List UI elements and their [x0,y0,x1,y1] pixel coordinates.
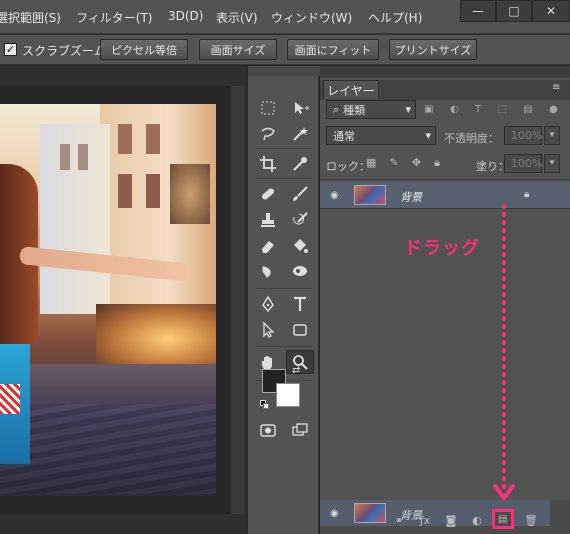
background-color-swatch[interactable] [276,383,300,407]
layer-name[interactable]: 背景 [400,189,422,205]
menu-bar: 選択範囲(S) フィルター(T) 3D(D) 表示(V) ウィンドウ(W) ヘル… [0,0,570,34]
drag-arrow [493,204,515,500]
fill-field[interactable]: 100% [504,154,542,173]
visibility-eye-icon[interactable]: ◉ [330,190,344,201]
filter-kind-value: 種類 [343,103,366,117]
lock-options: ▦ ✎ ✥ 🔒︎ [366,156,440,170]
fit-screen-button[interactable]: 画面サイズ [199,39,277,60]
visibility-eye-icon: ◉ [330,508,339,519]
blur-icon[interactable] [254,260,282,284]
print-size-button[interactable]: プリントサイズ [389,39,477,60]
actual-pixels-button[interactable]: ピクセル等倍 [100,39,188,60]
menu-help[interactable]: ヘルプ(H) [368,9,422,26]
canvas-vertical-scrollbar[interactable] [232,86,244,514]
lock-position-icon[interactable]: ✥ [412,156,421,170]
history-brush-icon[interactable] [286,208,314,232]
lock-pixels-icon[interactable]: ✎ [390,156,399,170]
opacity-label: 不透明度： [444,132,499,145]
scrubby-zoom-label: スクラブズーム [22,44,106,58]
maximize-button[interactable]: □ [496,0,532,22]
document-image[interactable] [0,104,216,496]
drag-preview-row: ◉ 背景 [320,500,550,526]
panel-collapse-bar[interactable] [320,66,570,78]
tools-panel: ⇄ [247,66,320,534]
link-layers-icon[interactable]: ⚭ [392,514,406,527]
lock-all-icon[interactable]: 🔒︎ [434,156,440,170]
tools-grip[interactable] [248,66,320,76]
paint-bucket-icon[interactable] [286,234,314,258]
filter-kind-select[interactable]: ⌕ 種類 ▾ [326,100,416,119]
pixel-filter-icon[interactable]: ▣ [424,104,433,118]
marquee-icon[interactable] [254,96,282,120]
pen-icon[interactable] [254,292,282,316]
close-icon: ✕ [545,4,557,18]
fill-screen-button[interactable]: 画面にフィット [287,39,379,60]
drag-annotation-label: ドラッグ [404,238,480,259]
layer-thumbnail [354,503,386,523]
dodge-icon[interactable] [286,260,314,284]
crop-icon[interactable] [254,152,282,176]
photoshop-window: 選択範囲(S) フィルター(T) 3D(D) 表示(V) ウィンドウ(W) ヘル… [0,0,570,534]
menu-view[interactable]: 表示(V) [216,9,258,26]
shape-icon[interactable] [286,318,314,342]
close-button[interactable]: ✕ [532,0,570,22]
delete-layer-icon[interactable]: 🗑︎ [524,514,538,527]
new-adjustment-icon[interactable]: ◐ [470,514,484,527]
quick-mask-icon[interactable] [254,418,282,442]
menu-window[interactable]: ウィンドウ(W) [271,9,352,26]
panel-menu-icon[interactable]: ≡ [552,82,560,93]
magic-wand-icon[interactable] [286,122,314,146]
menu-select[interactable]: 選択範囲(S) [0,9,61,26]
stamp-icon[interactable] [254,208,282,232]
type-icon[interactable] [286,292,314,316]
layer-mask-icon[interactable]: ◙ [444,514,458,527]
lasso-icon[interactable] [254,122,282,146]
eyedropper-icon[interactable] [286,152,314,176]
minimize-icon: — [472,4,484,18]
smart-filter-icon[interactable]: ▤ [523,104,532,118]
type-filter-icon[interactable]: T [475,104,481,118]
minimize-button[interactable]: — [460,0,496,22]
scrubby-zoom-checkbox[interactable]: ✓ [4,43,17,56]
chevron-down-icon: ▾ [425,129,431,142]
menu-3d[interactable]: 3D(D) [168,9,203,23]
maximize-icon: □ [508,4,520,18]
lock-transparency-icon[interactable]: ▦ [366,156,376,170]
swap-colors-icon[interactable]: ⇄ [292,366,302,376]
menu-filter[interactable]: フィルター(T) [76,9,152,26]
shape-filter-icon[interactable]: ⬚ [498,104,507,118]
lock-label: ロック： [326,160,370,173]
eraser-icon[interactable] [254,234,282,258]
layer-thumbnail [354,185,386,205]
layer-style-icon[interactable]: ƒx [418,514,432,527]
new-layer-button[interactable]: ▤ [492,509,514,529]
layer-filter-icons: ▣ ◐ T ⬚ ▤ ● [416,104,566,118]
opacity-field[interactable]: 100% [504,126,542,145]
default-colors-icon[interactable] [260,400,270,410]
layer-lock-icon: 🔒︎ [524,189,530,200]
tab-layers[interactable]: レイヤー [323,80,379,99]
new-layer-icon: ▤ [498,514,508,525]
options-bar: ✓ スクラブズーム ピクセル等倍 画面サイズ 画面にフィット プリントサイズ [0,35,570,65]
spot-heal-icon[interactable] [254,182,282,206]
search-icon: ⌕ [333,102,340,116]
move-icon[interactable] [286,96,314,120]
layers-panel: レイヤー ≡ ⌕ 種類 ▾ ▣ ◐ T ⬚ ▤ ● 通常 ▾ 不透明度： 100… [320,66,570,534]
opacity-dropdown-button[interactable]: ▾ [544,126,560,145]
blend-mode-value: 通常 [333,129,355,143]
blend-mode-select[interactable]: 通常 ▾ [326,126,436,145]
chevron-down-icon: ▾ [405,103,411,116]
screen-mode-icon[interactable] [286,418,314,442]
path-select-icon[interactable] [254,318,282,342]
filter-toggle-icon[interactable]: ● [549,104,558,118]
brush-icon[interactable] [286,182,314,206]
fill-dropdown-button[interactable]: ▾ [544,154,560,173]
layer-row[interactable]: ◉ 背景 🔒︎ [320,182,570,208]
adjustment-filter-icon[interactable]: ◐ [450,104,459,118]
